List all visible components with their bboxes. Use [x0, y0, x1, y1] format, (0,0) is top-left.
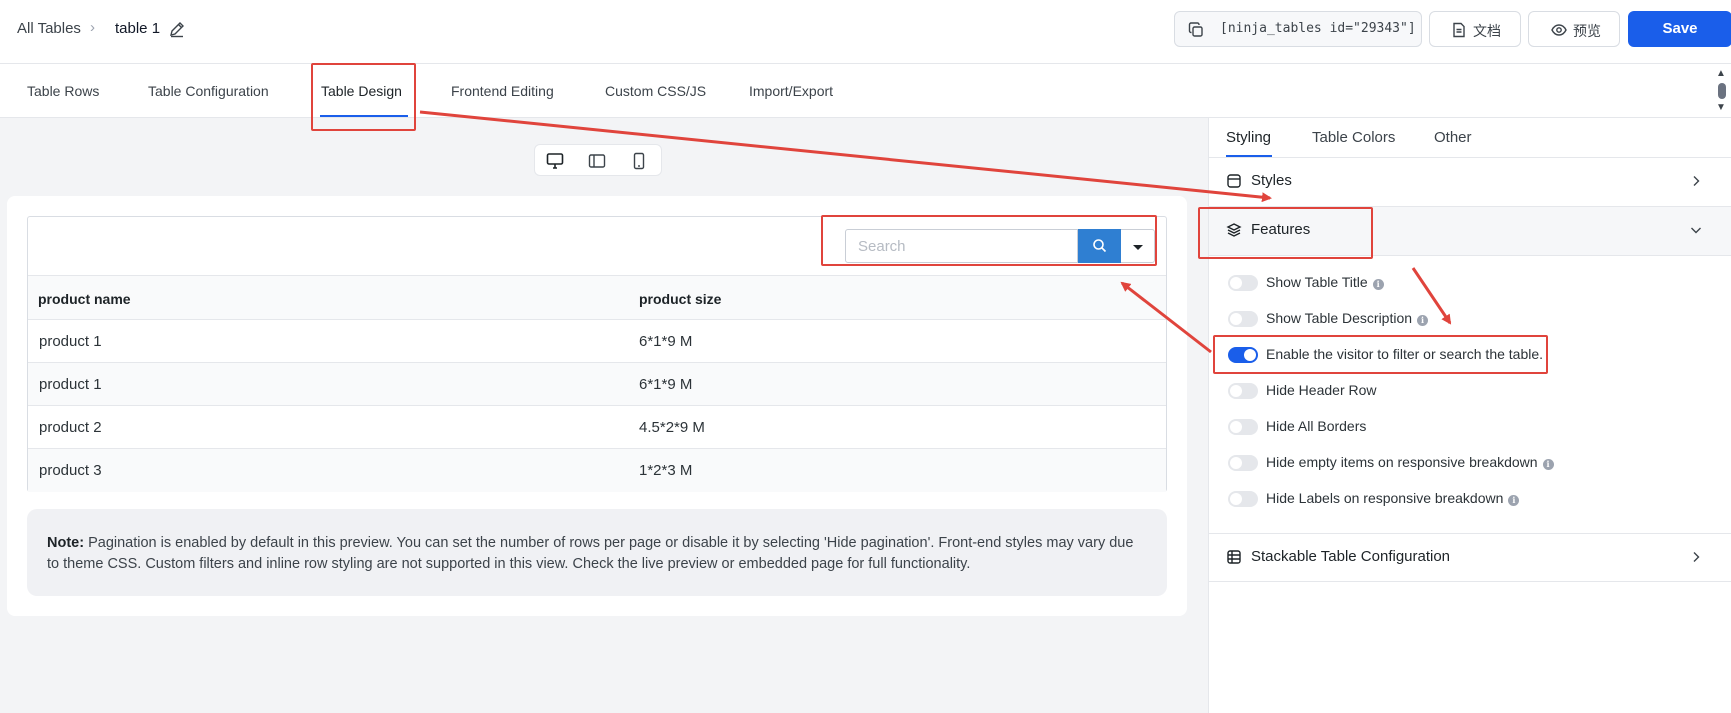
annotation-box-enable-search — [1213, 335, 1548, 374]
shortcode-copy-field[interactable]: [ninja_tables id="29343"] — [1174, 11, 1422, 47]
scroll-down-arrow-icon[interactable]: ▼ — [1716, 102, 1726, 113]
scroll-up-arrow-icon[interactable]: ▲ — [1716, 68, 1726, 79]
preview-button-label: 预览 — [1573, 23, 1601, 39]
column-header-product-size: product size — [639, 291, 722, 307]
copy-icon[interactable] — [1187, 21, 1205, 39]
feature-label-text: Hide Labels on responsive breakdown — [1266, 490, 1504, 506]
chevron-right-icon — [1689, 174, 1703, 188]
save-button[interactable]: Save — [1628, 11, 1731, 47]
toggle-hide-header-row[interactable] — [1228, 383, 1258, 399]
feature-label: Hide Header Row — [1266, 382, 1377, 398]
main-tabs: Table Rows Table Configuration Table Des… — [0, 64, 1731, 118]
chevron-down-icon — [1689, 223, 1703, 237]
note-text: Pagination is enabled by default in this… — [47, 535, 1134, 572]
toggle-show-table-title[interactable] — [1228, 275, 1258, 291]
table-cell: 6*1*9 M — [639, 376, 693, 393]
annotation-box-features — [1198, 207, 1373, 259]
annotation-box-table-design — [311, 63, 416, 131]
table-row: product 3 1*2*3 M — [28, 449, 1166, 492]
tab-other[interactable]: Other — [1434, 129, 1472, 146]
feature-label-text: Show Table Title — [1266, 274, 1368, 290]
tab-table-colors[interactable]: Table Colors — [1312, 129, 1395, 146]
feature-label-text: Hide All Borders — [1266, 418, 1367, 434]
stackable-section-header[interactable]: Stackable Table Configuration — [1209, 534, 1731, 582]
mobile-icon[interactable] — [629, 151, 649, 171]
document-icon — [1451, 22, 1467, 38]
chevron-right-icon — [1689, 550, 1703, 564]
table-row: product 1 6*1*9 M — [28, 363, 1166, 406]
feature-label: Hide empty items on responsive breakdown… — [1266, 454, 1554, 470]
feature-label: Hide Labels on responsive breakdown i — [1266, 490, 1520, 506]
table-header-row: product name product size — [28, 275, 1166, 320]
toggle-knob — [1230, 277, 1242, 289]
toggle-knob — [1230, 457, 1242, 469]
toggle-hide-all-borders[interactable] — [1228, 419, 1258, 435]
toggle-hide-empty-items[interactable] — [1228, 455, 1258, 471]
breadcrumb-separator-icon: › — [90, 19, 95, 36]
desktop-icon[interactable] — [545, 151, 565, 171]
toggle-knob — [1230, 313, 1242, 325]
tab-table-rows[interactable]: Table Rows — [27, 83, 99, 99]
table-row: product 2 4.5*2*9 M — [28, 406, 1166, 449]
breadcrumb-all-tables[interactable]: All Tables — [17, 20, 81, 37]
tablet-icon[interactable] — [587, 151, 607, 171]
divider — [1209, 581, 1731, 582]
toggle-knob — [1230, 421, 1242, 433]
info-icon[interactable]: i — [1508, 495, 1520, 506]
feature-label-text: Show Table Description — [1266, 310, 1413, 326]
info-icon[interactable]: i — [1417, 315, 1429, 326]
annotation-box-search — [821, 215, 1157, 266]
stackable-section-title: Stackable Table Configuration — [1251, 548, 1451, 565]
tab-styling[interactable]: Styling — [1226, 129, 1271, 146]
toggle-knob — [1230, 493, 1242, 505]
table-title: table 1 — [115, 20, 161, 37]
cylinder-icon — [1226, 173, 1242, 189]
preview-button[interactable]: 预览 — [1528, 11, 1620, 47]
toggle-hide-labels[interactable] — [1228, 491, 1258, 507]
table-cell: 4.5*2*9 M — [639, 419, 705, 436]
tab-table-configuration[interactable]: Table Configuration — [148, 83, 269, 99]
table-row: product 1 6*1*9 M — [28, 320, 1166, 363]
feature-label: Hide All Borders — [1266, 418, 1366, 434]
docs-button-label: 文档 — [1473, 23, 1501, 39]
info-icon[interactable]: i — [1542, 459, 1554, 470]
table-cell: product 3 — [39, 462, 102, 479]
eye-icon — [1551, 22, 1567, 38]
styles-section-title: Styles — [1251, 172, 1292, 189]
feature-label-text: Hide Header Row — [1266, 382, 1377, 398]
column-header-product-name: product name — [38, 291, 131, 307]
toggle-show-table-description[interactable] — [1228, 311, 1258, 327]
scrollbar-thumb[interactable] — [1718, 83, 1726, 99]
info-icon[interactable]: i — [1372, 279, 1384, 290]
tab-custom-css-js[interactable]: Custom CSS/JS — [605, 83, 706, 99]
shortcode-text: [ninja_tables id="29343"] — [1220, 21, 1416, 36]
toggle-knob — [1230, 385, 1242, 397]
table-grid-icon — [1226, 549, 1242, 565]
docs-button[interactable]: 文档 — [1429, 11, 1521, 47]
feature-label: Show Table Title i — [1266, 274, 1384, 290]
feature-label-text: Hide empty items on responsive breakdown — [1266, 454, 1538, 470]
tab-import-export[interactable]: Import/Export — [749, 83, 833, 99]
table-cell: product 2 — [39, 419, 102, 436]
note-label: Note: — [47, 535, 85, 551]
top-bar: All Tables › table 1 [ninja_tables id="2… — [0, 0, 1731, 64]
table-cell: product 1 — [39, 376, 102, 393]
table-cell: product 1 — [39, 333, 102, 350]
table-cell: 1*2*3 M — [639, 462, 693, 479]
styles-section-header[interactable]: Styles — [1209, 158, 1731, 206]
preview-note: Note: Pagination is enabled by default i… — [27, 509, 1167, 596]
edit-pencil-icon[interactable] — [168, 20, 186, 38]
feature-label: Show Table Description i — [1266, 310, 1429, 326]
table-cell: 6*1*9 M — [639, 333, 693, 350]
tab-frontend-editing[interactable]: Frontend Editing — [451, 83, 554, 99]
device-switcher — [534, 144, 662, 176]
